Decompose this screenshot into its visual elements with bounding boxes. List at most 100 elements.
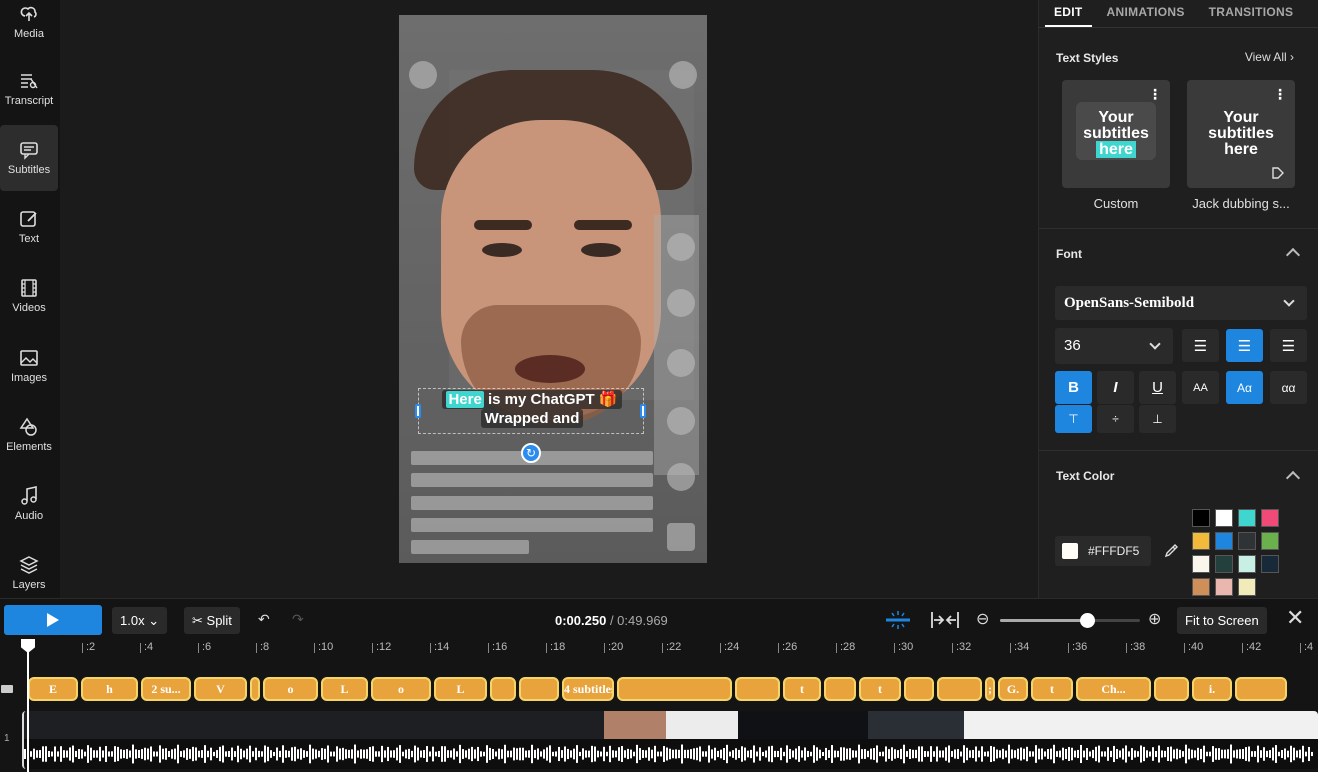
- font-family-select[interactable]: OpenSans-Semibold: [1055, 286, 1307, 320]
- sidebar-item-videos[interactable]: Videos: [0, 263, 58, 329]
- uppercase-button[interactable]: AA: [1182, 371, 1219, 404]
- fit-gaps-icon[interactable]: [930, 611, 960, 629]
- subtitle-segment[interactable]: [617, 677, 732, 701]
- color-swatch[interactable]: [1261, 555, 1279, 573]
- color-swatch[interactable]: [1192, 555, 1210, 573]
- collapse-font-icon[interactable]: [1285, 247, 1301, 263]
- tab-transitions[interactable]: TRANSITIONS: [1200, 0, 1303, 27]
- subtitle-segment[interactable]: t: [859, 677, 901, 701]
- text-style-card-jack[interactable]: ⋮ Your subtitles here: [1187, 80, 1295, 188]
- lowercase-button[interactable]: αα: [1270, 371, 1307, 404]
- resize-handle-right[interactable]: [640, 404, 646, 418]
- subtitle-segment[interactable]: o: [371, 677, 431, 701]
- tab-edit[interactable]: EDIT: [1045, 0, 1092, 27]
- subtitle-segment[interactable]: G.: [998, 677, 1028, 701]
- redo-icon[interactable]: ↷: [292, 611, 304, 628]
- eyedropper-icon[interactable]: [1164, 544, 1178, 558]
- subtitle-segment[interactable]: E: [28, 677, 78, 701]
- subtitle-segment[interactable]: [1235, 677, 1287, 701]
- align-left-button[interactable]: ☰: [1182, 329, 1219, 362]
- subtitle-segment[interactable]: Ch...: [1076, 677, 1151, 701]
- sentence-case-button[interactable]: Aα: [1226, 371, 1263, 404]
- align-center-button[interactable]: ☰: [1226, 329, 1263, 362]
- subtitle-segment[interactable]: [824, 677, 856, 701]
- speed-select[interactable]: 1.0x ⌄: [112, 607, 168, 634]
- subtitle-segment[interactable]: t: [1031, 677, 1073, 701]
- valign-bottom-button[interactable]: ⊥: [1139, 405, 1176, 433]
- color-swatch[interactable]: [1238, 509, 1256, 527]
- color-hex-input[interactable]: #FFFDF5: [1055, 536, 1151, 566]
- bold-button[interactable]: B: [1055, 371, 1092, 404]
- collapse-text-color-icon[interactable]: [1285, 470, 1301, 486]
- valign-top-button[interactable]: ⊤: [1055, 405, 1092, 433]
- subtitle-segment[interactable]: [490, 677, 516, 701]
- sidebar-item-audio[interactable]: Audio: [0, 471, 58, 537]
- subtitle-segment[interactable]: [250, 677, 260, 701]
- subtitle-segment[interactable]: t: [783, 677, 821, 701]
- subtitle-segment[interactable]: L: [434, 677, 487, 701]
- color-swatch[interactable]: [1238, 578, 1256, 596]
- more-vertical-icon[interactable]: ⋮: [1273, 86, 1287, 103]
- color-swatch[interactable]: [1261, 532, 1279, 550]
- sidebar-item-label: Elements: [6, 441, 52, 453]
- subtitle-track[interactable]: Eh2 su...VoLoL4 subtitles (be ...tt;G.tC…: [28, 677, 1318, 703]
- subtitle-segment[interactable]: [519, 677, 559, 701]
- subtitle-segment[interactable]: V: [194, 677, 247, 701]
- sidebar-item-subtitles[interactable]: Subtitles: [0, 125, 58, 191]
- color-swatch[interactable]: [1215, 555, 1233, 573]
- resize-handle-left[interactable]: [415, 404, 421, 418]
- rotate-handle-icon[interactable]: ↻: [521, 443, 541, 463]
- subtitle-segment[interactable]: [1154, 677, 1189, 701]
- subtitle-segment[interactable]: L: [321, 677, 368, 701]
- color-swatch[interactable]: [1238, 532, 1256, 550]
- video-preview[interactable]: [399, 15, 707, 563]
- sidebar-item-transcript[interactable]: Transcript: [0, 56, 58, 122]
- color-swatch[interactable]: [1215, 532, 1233, 550]
- zoom-slider[interactable]: [1000, 613, 1140, 628]
- bold-icon: B: [1068, 379, 1079, 396]
- subtitle-text[interactable]: Here is my ChatGPT 🎁 Wrapped and: [437, 390, 627, 428]
- color-swatch[interactable]: [1192, 532, 1210, 550]
- sidebar-item-media[interactable]: Media: [0, 0, 58, 44]
- more-vertical-icon[interactable]: ⋮: [1148, 86, 1162, 103]
- sidebar-item-text[interactable]: Text: [0, 194, 58, 260]
- color-swatch[interactable]: [1238, 555, 1256, 573]
- sidebar-item-elements[interactable]: Elements: [0, 402, 58, 468]
- underline-button[interactable]: U: [1139, 371, 1176, 404]
- undo-icon[interactable]: ↶: [258, 611, 270, 628]
- italic-button[interactable]: I: [1097, 371, 1134, 404]
- subtitle-segment[interactable]: h: [81, 677, 138, 701]
- subtitle-segment[interactable]: [937, 677, 982, 701]
- color-swatch[interactable]: [1215, 509, 1233, 527]
- zoom-slider-thumb[interactable]: [1079, 613, 1095, 628]
- subtitle-segment[interactable]: o: [263, 677, 318, 701]
- snap-icon[interactable]: [884, 609, 912, 631]
- video-track[interactable]: [22, 711, 1318, 769]
- fit-to-screen-button[interactable]: Fit to Screen: [1177, 607, 1267, 634]
- subtitle-segment[interactable]: [735, 677, 780, 701]
- tab-animations[interactable]: ANIMATIONS: [1098, 0, 1194, 27]
- close-timeline-icon[interactable]: ✕: [1286, 605, 1304, 631]
- color-swatch[interactable]: [1192, 578, 1210, 596]
- ruler-tick-label: :22: [661, 641, 682, 653]
- sidebar-item-images[interactable]: Images: [0, 333, 58, 399]
- font-size-select[interactable]: 36: [1055, 328, 1173, 364]
- subtitle-segment[interactable]: [904, 677, 934, 701]
- zoom-in-icon[interactable]: ⊕: [1148, 609, 1161, 629]
- color-swatch[interactable]: [1215, 578, 1233, 596]
- sidebar-item-layers[interactable]: Layers: [0, 540, 58, 606]
- split-button[interactable]: ✂ Split: [184, 607, 240, 634]
- color-swatch[interactable]: [1192, 509, 1210, 527]
- subtitle-segment[interactable]: 2 su...: [141, 677, 191, 701]
- color-swatch[interactable]: [1261, 509, 1279, 527]
- subtitle-segment[interactable]: ;: [985, 677, 995, 701]
- play-button[interactable]: [4, 605, 102, 635]
- subtitle-segment[interactable]: i.: [1192, 677, 1232, 701]
- align-right-button[interactable]: ☰: [1270, 329, 1307, 362]
- valign-middle-button[interactable]: ÷: [1097, 405, 1134, 433]
- subtitle-segment[interactable]: 4 subtitles (be ...: [562, 677, 614, 701]
- text-style-card-custom[interactable]: ⋮ Your subtitles here: [1062, 80, 1170, 188]
- zoom-out-icon[interactable]: ⊖: [976, 609, 989, 629]
- playhead[interactable]: [27, 639, 29, 772]
- view-all-link[interactable]: View All ›: [1245, 50, 1294, 64]
